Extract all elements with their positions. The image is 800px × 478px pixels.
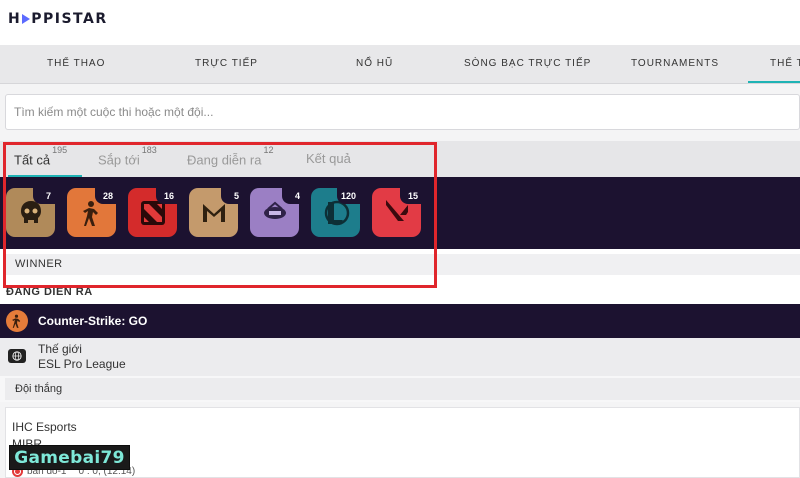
logo-play-icon: [22, 14, 31, 24]
tab-upcoming[interactable]: Sắp tới183: [98, 145, 157, 168]
top-bar: H PPISTAR: [0, 0, 800, 45]
live-section-heading: ĐANG DIỄN RA: [6, 286, 93, 298]
winner-row: WINNER: [0, 249, 800, 280]
nav-item-the-thao[interactable]: THỂ THAO: [47, 58, 105, 69]
sport-count-badge: 7: [33, 188, 55, 204]
search-bar: [0, 84, 800, 141]
nav-item-the-thao-ao[interactable]: THỂ T: [770, 58, 800, 69]
watermark-logo: Gamebai79: [9, 445, 130, 470]
game-header-counter-strike[interactable]: Counter-Strike: GO: [0, 304, 800, 338]
tab-label: Tất cả: [14, 152, 51, 168]
nav-active-indicator: [748, 81, 800, 83]
region-name: Thế giới: [38, 342, 82, 356]
nav-item-song-bac[interactable]: SÒNG BẠC TRỰC TIẾP: [464, 58, 591, 69]
brand-logo[interactable]: H PPISTAR: [8, 11, 108, 27]
sport-count-badge: 120: [337, 188, 361, 204]
team-home: IHC Esports: [12, 420, 77, 434]
sport-count-badge: 5: [221, 188, 243, 204]
nav-item-tournaments[interactable]: TOURNAMENTS: [631, 58, 719, 69]
logo-letter: H: [8, 11, 22, 27]
competition-header[interactable]: Thế giới ESL Pro League: [0, 338, 800, 376]
tab-count: 12: [263, 145, 274, 155]
search-input[interactable]: [5, 94, 800, 130]
tab-count: 183: [141, 145, 157, 155]
sport-count-badge: 4: [282, 188, 304, 204]
tab-label: Sắp tới: [98, 152, 140, 168]
game-name: Counter-Strike: GO: [38, 314, 148, 328]
logo-text: PPISTAR: [31, 11, 108, 27]
tab-results[interactable]: Kết quả: [306, 151, 351, 166]
market-row: Đội thắng: [0, 376, 800, 402]
counter-strike-icon: [6, 310, 28, 332]
page: H PPISTAR THỂ THAO TRỰC TIẾP NỔ HŨ SÒNG …: [0, 0, 800, 478]
sport-count-badge: 16: [156, 188, 178, 204]
globe-icon: [8, 349, 26, 363]
market-label[interactable]: Đội thắng: [5, 378, 800, 400]
filter-tabs: Tất cả195 Sắp tới183 Đang diễn ra12 Kết …: [0, 141, 800, 177]
tab-label: Kết quả: [306, 151, 351, 166]
nav-item-no-hu[interactable]: NỔ HŨ: [356, 58, 393, 69]
nav-item-truc-tiep[interactable]: TRỰC TIẾP: [195, 58, 258, 69]
main-nav: THỂ THAO TRỰC TIẾP NỔ HŨ SÒNG BẠC TRỰC T…: [0, 45, 800, 84]
league-name: ESL Pro League: [38, 357, 126, 371]
tab-label: Đang diễn ra: [187, 152, 262, 168]
esports-game-strip: 7 28 16 5 4 120 15: [0, 177, 800, 249]
tab-count: 195: [52, 145, 68, 155]
tab-all[interactable]: Tất cả195: [14, 145, 67, 168]
tab-live[interactable]: Đang diễn ra12: [187, 145, 273, 168]
sport-count-badge: 28: [95, 188, 117, 204]
winner-label[interactable]: WINNER: [5, 254, 800, 275]
sport-count-badge: 15: [400, 188, 422, 204]
